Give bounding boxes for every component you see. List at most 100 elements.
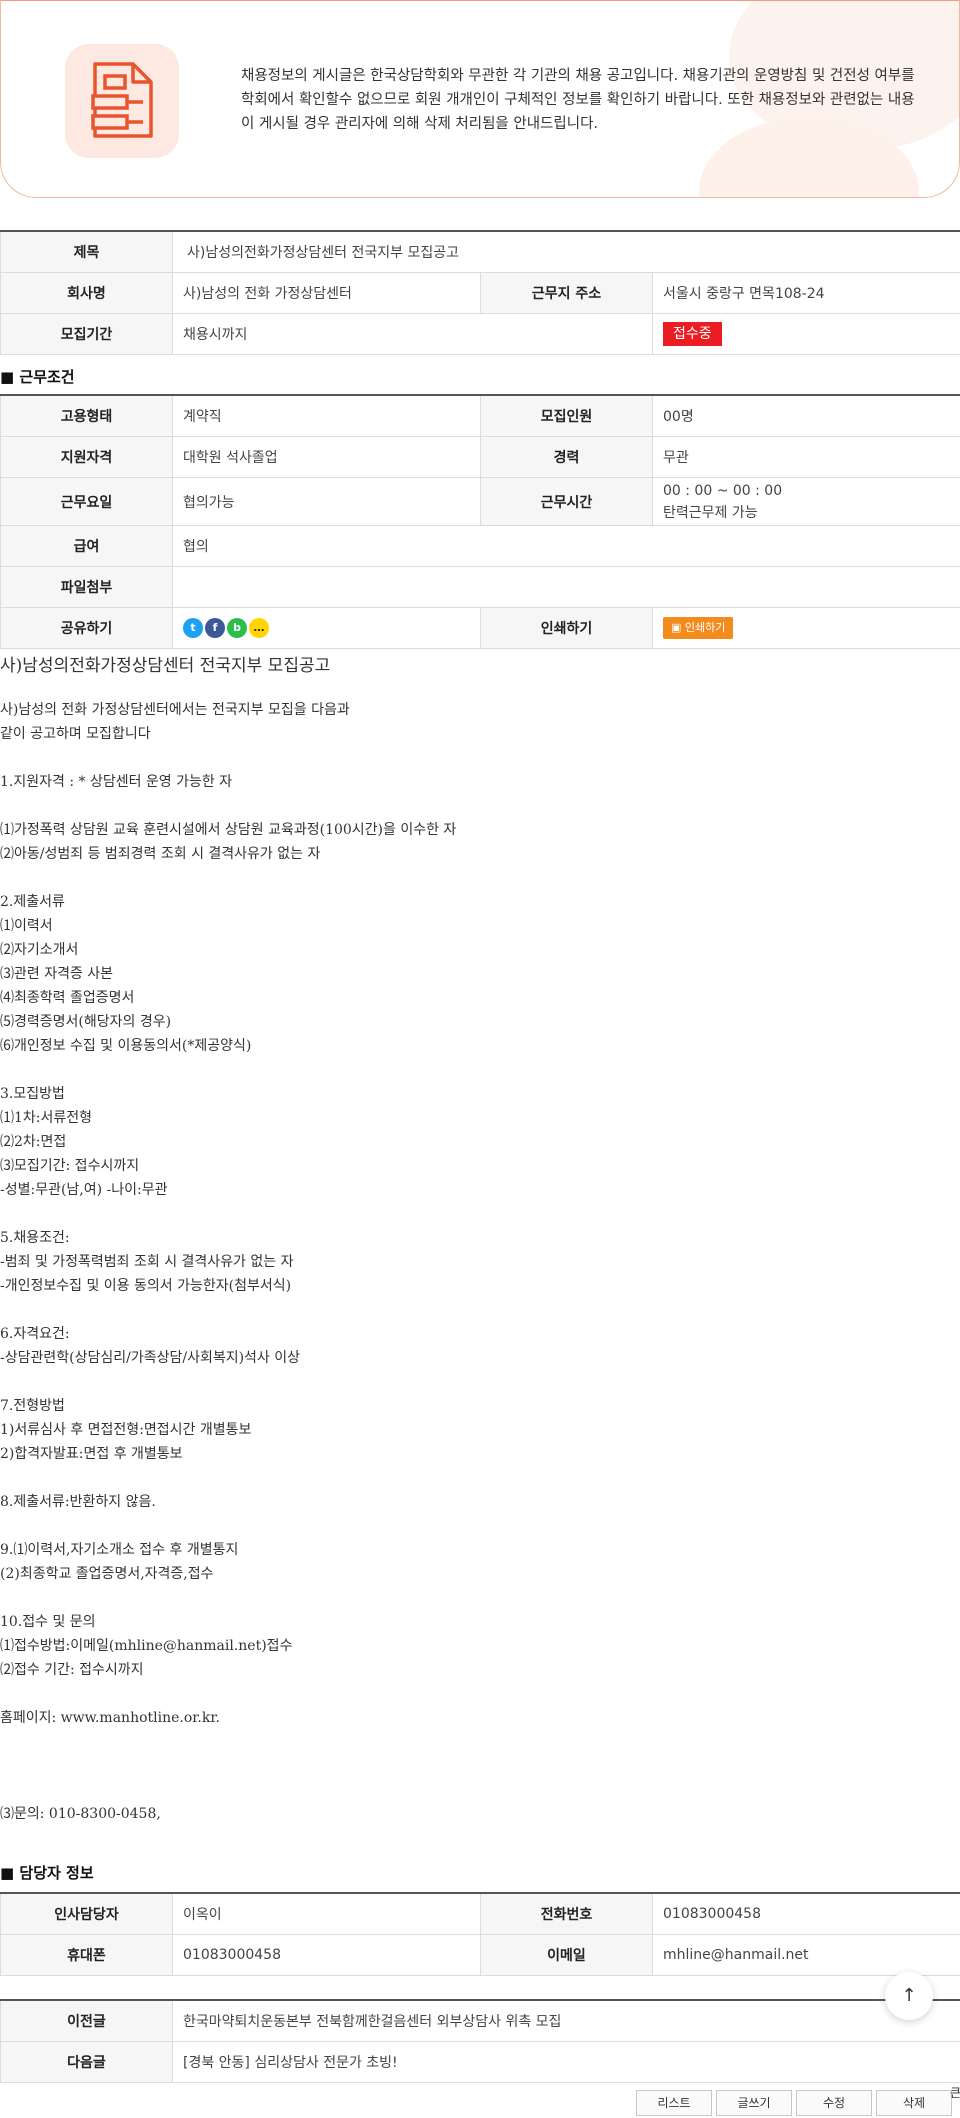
email-value: mhline@hanmail.net (652, 1934, 960, 1976)
content-line: ⑵접수 기간: 접수시까지 (0, 1662, 144, 1678)
status-cell: 접수중 (652, 313, 960, 355)
content-line: 1)서류심사 후 면접전형:면접시간 개별통보 (0, 1422, 252, 1438)
prev-label: 이전글 (0, 1999, 173, 2042)
content-line: ⑸경력증명서(해당자의 경우) (0, 1014, 172, 1030)
mobile-value: 01083000458 (172, 1934, 481, 1976)
company-label: 회사명 (0, 272, 173, 314)
salary-label: 급여 (0, 525, 173, 567)
content-line (0, 1466, 940, 1490)
arrow-up-icon: ↑ (901, 1985, 917, 2006)
post-nav-table: 이전글 한국마약퇴치운동본부 전북함께한걸음센터 외부상담사 위촉 모집 다음글… (0, 1999, 960, 2083)
content-line: 6.자격요건: (0, 1326, 70, 1342)
conditions-heading: ■ 근무조건 (0, 368, 75, 386)
workday-label: 근무요일 (0, 477, 173, 526)
status-badge: 접수중 (663, 322, 722, 346)
content-line: 1.지원자격 : * 상담센터 운영 가능한 자 (0, 774, 233, 790)
career-value: 무관 (652, 436, 960, 478)
content-line: ⑷최종학력 졸업증명서 (0, 990, 135, 1006)
content-line: 2)합격자발표:면접 후 개별통보 (0, 1446, 183, 1462)
worktime-flex: 탄력근무제 가능 (663, 504, 758, 521)
content-line: 3.모집방법 (0, 1086, 65, 1102)
content-line: ⑵2차:면접 (0, 1134, 67, 1150)
edge-text: 큰 (950, 2086, 960, 2100)
content-line (0, 1730, 940, 1754)
content-line (0, 1586, 940, 1610)
content-line (0, 1514, 940, 1538)
hr-value: 이옥이 (172, 1892, 481, 1935)
content-line (0, 1778, 940, 1802)
printer-icon: ▣ (671, 621, 685, 634)
content-line: 9.⑴이력서,자기소개소 접수 후 개별통지 (0, 1542, 239, 1558)
share-icons: t f b… (172, 607, 481, 649)
band-icon[interactable]: b (227, 618, 247, 638)
address-label: 근무지 주소 (480, 272, 653, 314)
address-value: 서울시 중랑구 면목108-24 (652, 272, 960, 314)
content-line: ⑹개인정보 수집 및 이용동의서(*제공양식) (0, 1038, 252, 1054)
content-line: 5.채용조건: (0, 1230, 70, 1246)
qualification-label: 지원자격 (0, 436, 173, 478)
facebook-icon[interactable]: f (205, 618, 225, 638)
content-line (0, 1754, 940, 1778)
phone-label: 전화번호 (480, 1892, 653, 1935)
post-body: 사)남성의 전화 가정상담센터에서는 전국지부 모집을 다음과같이 공고하며 모… (0, 698, 940, 1826)
content-line: 같이 공고하며 모집합니다 (0, 726, 151, 742)
post-content: 사)남성의전화가정상담센터 전국지부 모집공고 사)남성의 전화 가정상담센터에… (0, 654, 940, 1826)
period-value: 채용시까지 (172, 313, 653, 355)
hr-label: 인사담당자 (0, 1892, 173, 1935)
scroll-top-button[interactable]: ↑ (885, 1972, 933, 2020)
mobile-label: 휴대폰 (0, 1934, 173, 1976)
content-line: -성별:무관(남,여) -나이:무관 (0, 1182, 168, 1198)
manager-table: 인사담당자 이옥이 전화번호 01083000458 휴대폰 010830004… (0, 1892, 960, 1976)
content-line: ⑴접수방법:이메일(mhline@hanmail.net)접수 (0, 1638, 293, 1654)
content-line: 8.제출서류:반환하지 않음. (0, 1494, 156, 1510)
title-label: 제목 (0, 230, 173, 273)
content-line (0, 1370, 940, 1394)
delete-button[interactable]: 삭제 (876, 2090, 952, 2116)
notice-banner: 채용정보의 게시글은 한국상담학회와 무관한 각 기관의 채용 공고입니다. 채… (0, 0, 960, 198)
content-line: 사)남성의 전화 가정상담센터에서는 전국지부 모집을 다음과 (0, 702, 350, 718)
edit-button[interactable]: 수정 (796, 2090, 872, 2116)
email-label: 이메일 (480, 1934, 653, 1976)
write-button[interactable]: 글쓰기 (716, 2090, 792, 2116)
content-line: 10.접수 및 문의 (0, 1614, 96, 1630)
worktime-range: 00 : 00 ~ 00 : 00 (663, 482, 783, 499)
employment-label: 고용형태 (0, 394, 173, 437)
attach-value (172, 566, 960, 608)
next-label: 다음글 (0, 2041, 173, 2083)
content-line: ⑴1차:서류전형 (0, 1110, 93, 1126)
document-icon (65, 44, 179, 158)
conditions-table: 고용형태 계약직 모집인원 00명 지원자격 대학원 석사졸업 경력 무관 근무… (0, 394, 960, 649)
content-line (0, 1298, 940, 1322)
headcount-label: 모집인원 (480, 394, 653, 437)
twitter-icon[interactable]: t (183, 618, 203, 638)
post-title: 사)남성의전화가정상담센터 전국지부 모집공고 (0, 656, 331, 676)
prev-link[interactable]: 한국마약퇴치운동본부 전북함께한걸음센터 외부상담사 위촉 모집 (172, 1999, 960, 2042)
workday-value: 협의가능 (172, 477, 481, 526)
content-line: ⑶문의: 010-8300-0458, (0, 1806, 161, 1822)
content-line: ⑵아동/성범죄 등 범죄경력 조회 시 결격사유가 없는 자 (0, 846, 321, 862)
attach-label: 파일첨부 (0, 566, 173, 608)
kakaotalk-icon[interactable]: … (249, 618, 269, 638)
content-line: ⑴가정폭력 상담원 교육 훈련시설에서 상담원 교육과정(100시간)을 이수한… (0, 822, 457, 838)
headcount-value: 00명 (652, 394, 960, 437)
print-button-label: 인쇄하기 (684, 621, 726, 634)
content-line: 7.전형방법 (0, 1398, 65, 1414)
career-label: 경력 (480, 436, 653, 478)
next-link[interactable]: [경북 안동] 심리상담사 전문가 초빙! (172, 2041, 960, 2083)
content-line: ⑵자기소개서 (0, 942, 79, 958)
worktime-value: 00 : 00 ~ 00 : 00 탄력근무제 가능 (652, 477, 960, 526)
content-line: -개인정보수집 및 이용 동의서 가능한자(첨부서식) (0, 1278, 292, 1294)
phone-value: 01083000458 (652, 1892, 960, 1935)
content-line: ⑶관련 자격증 사본 (0, 966, 114, 982)
title-value: 사)남성의전화가정상담센터 전국지부 모집공고 (172, 230, 960, 273)
print-button[interactable]: ▣ 인쇄하기 (663, 617, 734, 639)
content-line (0, 746, 940, 770)
content-line (0, 1058, 940, 1082)
qualification-value: 대학원 석사졸업 (172, 436, 481, 478)
period-label: 모집기간 (0, 313, 173, 355)
content-line (0, 866, 940, 890)
print-label: 인쇄하기 (480, 607, 653, 649)
content-line: ⑶모집기간: 접수시까지 (0, 1158, 140, 1174)
content-line (0, 1682, 940, 1706)
list-button[interactable]: 리스트 (636, 2090, 712, 2116)
